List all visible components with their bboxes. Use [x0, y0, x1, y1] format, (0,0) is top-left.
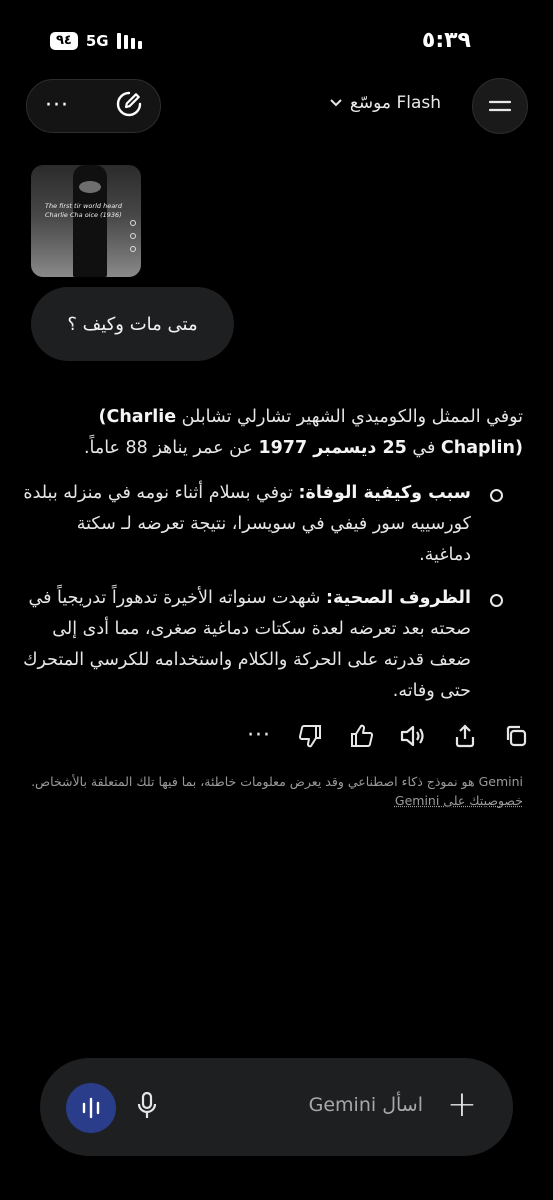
disclaimer-text: Gemini هو نموذج ذكاء اصطناعي وقد يعرض مع… [31, 774, 523, 789]
thumbnail-overlay-icons [130, 220, 136, 252]
thumbnail-caption: The first tir world heard Charlie Cha oi… [45, 202, 122, 219]
microphone-icon[interactable] [136, 1091, 158, 1125]
signal-icon [116, 33, 142, 49]
response-intro: توفي الممثل والكوميدي الشهير تشارلي تشاب… [83, 407, 523, 458]
thumbnail-hat [79, 181, 101, 193]
user-message-text: متى مات وكيف ؟ [67, 313, 198, 335]
prompt-input[interactable]: اسأل Gemini [309, 1094, 423, 1116]
user-message-bubble: متى مات وكيف ؟ [31, 287, 234, 361]
attached-image-thumbnail[interactable]: The first tir world heard Charlie Cha oi… [31, 165, 141, 277]
live-waveform-icon [82, 1097, 100, 1119]
header-actions-pill: ··· [26, 79, 161, 133]
status-indicators: ٩٤ 5G [50, 32, 142, 50]
response-bullets: سبب وكيفية الوفاة: توفي بسلام أثناء نومه… [23, 478, 523, 707]
speaker-icon[interactable] [399, 722, 427, 750]
hamburger-menu-icon [489, 100, 511, 112]
model-label: Flash موسّع [349, 93, 441, 113]
live-waveform-button[interactable] [66, 1083, 116, 1133]
model-response: توفي الممثل والكوميدي الشهير تشارلي تشاب… [23, 402, 523, 719]
new-chat-icon[interactable] [114, 89, 144, 123]
list-item: سبب وكيفية الوفاة: توفي بسلام أثناء نومه… [23, 478, 523, 571]
privacy-link[interactable]: خصوصيتك على Gemini [395, 793, 523, 808]
copy-icon[interactable] [502, 722, 530, 750]
list-item: الظروف الصحية: شهدت سنواته الأخيرة تدهور… [23, 583, 523, 707]
network-type: 5G [85, 32, 109, 50]
more-horizontal-icon[interactable]: ··· [245, 722, 273, 750]
thumbs-up-icon[interactable] [348, 722, 376, 750]
status-time: ٥:٣٩ [421, 28, 471, 53]
plus-icon[interactable]: + [447, 1087, 477, 1123]
prompt-composer[interactable]: + اسأل Gemini [40, 1058, 513, 1156]
disclaimer: Gemini هو نموذج ذكاء اصطناعي وقد يعرض مع… [28, 772, 523, 810]
battery-indicator: ٩٤ [50, 32, 78, 50]
thumbs-down-icon[interactable] [296, 722, 324, 750]
menu-button[interactable] [472, 78, 528, 134]
more-options-icon[interactable]: ··· [45, 95, 69, 117]
share-icon[interactable] [451, 722, 479, 750]
model-selector[interactable]: Flash موسّع [330, 93, 441, 113]
chevron-down-icon [330, 99, 342, 107]
response-actions: ··· [245, 722, 530, 750]
